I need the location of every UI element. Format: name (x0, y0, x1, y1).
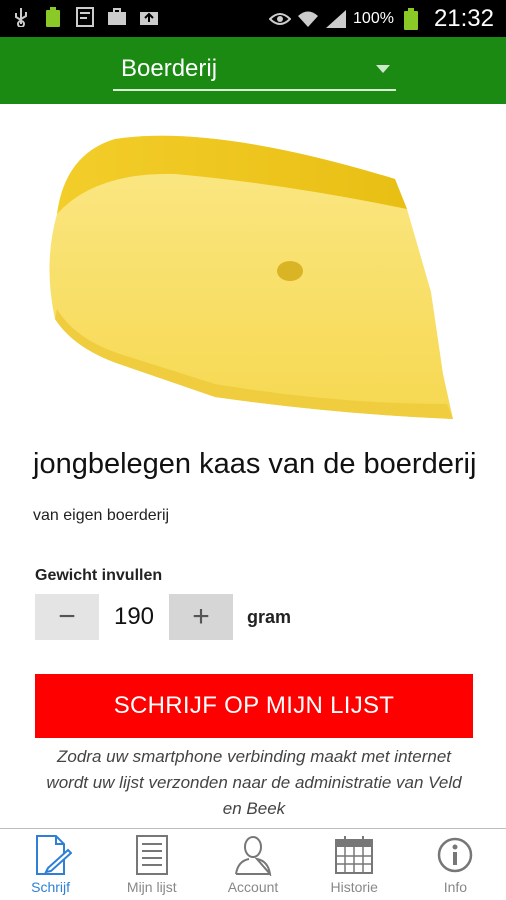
category-dropdown-value: Boerderij (121, 55, 218, 82)
weight-stepper: − 190 + gram (35, 594, 291, 640)
product-detail: jongbelegen kaas van de boerderij van ei… (0, 104, 506, 828)
decrease-button[interactable]: − (35, 594, 99, 640)
plus-icon: + (192, 600, 210, 633)
wifi-icon (297, 8, 319, 30)
nav-label: Info (443, 879, 468, 895)
calendar-icon (332, 834, 376, 876)
product-title: jongbelegen kaas van de boerderij (33, 448, 477, 480)
write-icon (29, 834, 73, 876)
bottom-navigation: Schrijf Mijn lijst Account Historie Info (0, 829, 506, 900)
list-icon (130, 834, 174, 876)
cheese-image (49, 135, 453, 419)
nav-label: Schrijf (31, 879, 71, 895)
add-to-list-button[interactable]: SCHRIJF OP MIJN LIJST (35, 674, 473, 738)
nav-item-mijn-lijst[interactable]: Mijn lijst (101, 829, 202, 900)
minus-icon: − (58, 600, 76, 633)
weight-input[interactable]: 190 (99, 594, 169, 640)
signal-icon (325, 8, 347, 30)
weight-label: Gewicht invullen (35, 567, 163, 584)
battery-full-icon (400, 7, 422, 30)
notification-icon (74, 6, 96, 28)
upload-icon (138, 6, 160, 28)
app-bar: Boerderij (0, 37, 506, 104)
nav-label: Mijn lijst (126, 879, 177, 895)
info-icon (433, 834, 477, 876)
account-icon (231, 834, 275, 876)
weight-unit: gram (247, 606, 292, 627)
clock: 21:32 (433, 4, 494, 32)
nav-item-info[interactable]: Info (405, 829, 506, 900)
usb-icon (10, 6, 32, 28)
status-notifications (10, 6, 160, 28)
nav-item-schrijf[interactable]: Schrijf (0, 829, 101, 900)
status-bar: 100% 21:32 (0, 0, 506, 37)
product-subtitle: van eigen boerderij (33, 507, 170, 524)
eye-icon (269, 8, 292, 30)
nav-item-historie[interactable]: Historie (304, 829, 405, 900)
nav-label: Account (227, 879, 279, 895)
nav-item-account[interactable]: Account (202, 829, 303, 900)
category-dropdown[interactable]: Boerderij (113, 47, 396, 91)
nav-label: Historie (330, 879, 378, 895)
battery-icon (42, 6, 64, 28)
dropdown-caret-icon (376, 65, 390, 73)
offline-notice: Zodra uw smartphone verbinding maakt met… (46, 747, 462, 818)
briefcase-icon (106, 6, 128, 28)
status-system: 100% 21:32 (269, 0, 494, 37)
increase-button[interactable]: + (169, 594, 233, 640)
battery-percent: 100% (353, 9, 394, 27)
